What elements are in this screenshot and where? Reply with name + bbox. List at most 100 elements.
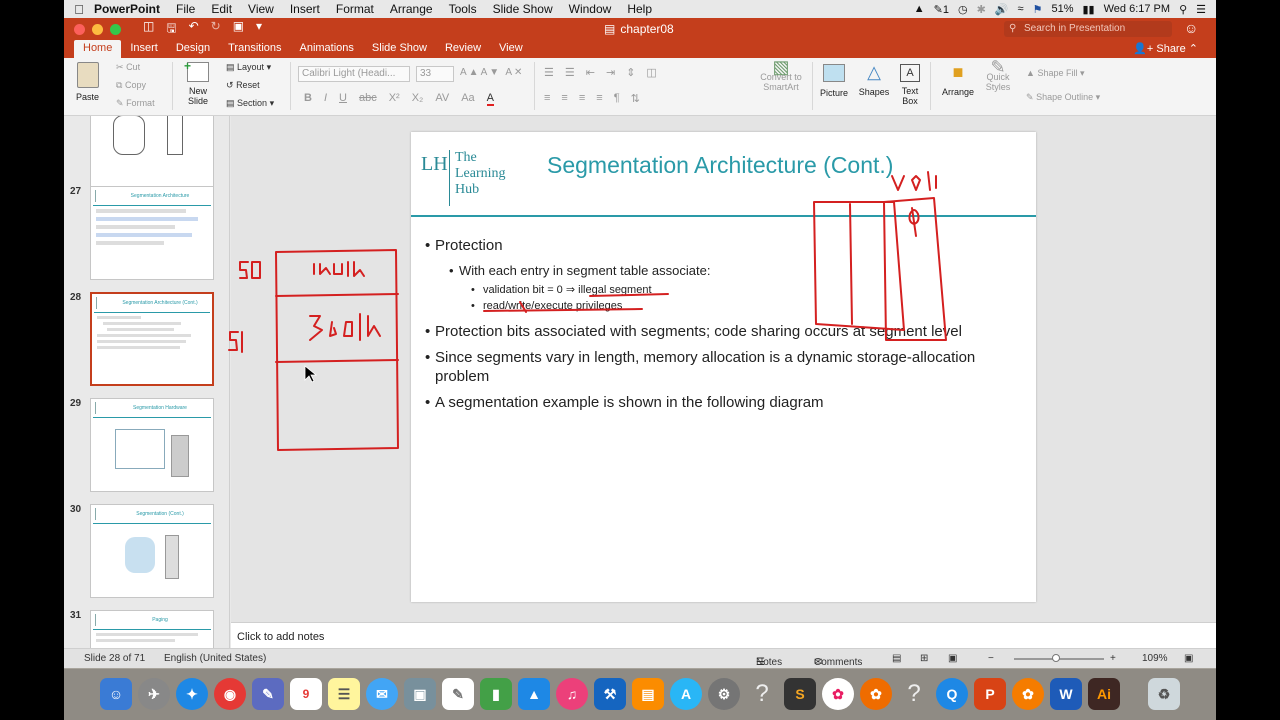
battery-status[interactable]: 51%	[1051, 3, 1073, 15]
zoom-in-button[interactable]: +	[1110, 653, 1116, 664]
time-machine-icon[interactable]: ◷	[958, 3, 968, 16]
shape-fill-button[interactable]: ▲ Shape Fill ▾	[1026, 68, 1085, 79]
system-preferences-icon[interactable]: ⚙	[708, 678, 740, 710]
clock[interactable]: Wed 6:17 PM	[1104, 3, 1170, 15]
wifi-icon[interactable]: ≈	[1018, 3, 1024, 15]
apple-icon[interactable]: 	[64, 2, 86, 17]
slide-thumbnail[interactable]: Segmentation Hardware	[90, 398, 214, 492]
tab-design[interactable]: Design	[167, 40, 219, 58]
zoom-window-button[interactable]	[110, 23, 121, 35]
char-spacing-button[interactable]: AV	[435, 92, 449, 106]
trash-icon[interactable]: ♻	[1148, 678, 1180, 710]
slide-thumbnail-selected[interactable]: Segmentation Architecture (Cont.)	[90, 292, 214, 386]
bluetooth-icon[interactable]: ✱	[977, 3, 986, 16]
subscript-button[interactable]: X₂	[412, 92, 424, 106]
underline-button[interactable]: U	[339, 92, 347, 106]
tab-home[interactable]: Home	[74, 40, 122, 58]
safari-icon[interactable]: ✦	[176, 678, 208, 710]
messages-icon[interactable]: ✉	[366, 678, 398, 710]
fit-slide-icon[interactable]: ▣	[1184, 653, 1193, 664]
copy-button[interactable]: ⧉ Copy	[116, 80, 146, 91]
columns-icon[interactable]: ◫	[646, 66, 656, 79]
menu-arrange[interactable]: Arrange	[382, 2, 441, 16]
align-left-icon[interactable]: ≡	[544, 92, 550, 105]
layout-button[interactable]: ▤ Layout ▾	[226, 62, 271, 73]
flower-app-icon[interactable]: ✿	[860, 678, 892, 710]
menu-window[interactable]: Window	[561, 2, 620, 16]
tab-insert[interactable]: Insert	[121, 40, 167, 58]
search-input[interactable]: ⚲ Search in Presentation	[1004, 21, 1172, 37]
menu-format[interactable]: Format	[328, 2, 382, 16]
keynote-icon[interactable]: ▲	[518, 678, 550, 710]
strikethrough-button[interactable]: abc	[359, 92, 377, 106]
slide-thumbnail[interactable]	[90, 116, 214, 190]
menu-view[interactable]: View	[240, 2, 282, 16]
current-slide[interactable]: LH The Learning Hub Segmentation Archite…	[411, 132, 1036, 602]
slide-thumbnail[interactable]: Segmentation Architecture	[90, 186, 214, 280]
finder-icon[interactable]: ☺	[100, 678, 132, 710]
shapes-button[interactable]: △ Shapes	[856, 62, 892, 97]
share-button[interactable]: 👤+ Share ⌃	[1133, 42, 1198, 55]
line-spacing-icon[interactable]: ⇕	[626, 66, 635, 79]
cut-button[interactable]: ✂ Cut	[116, 62, 140, 73]
chrome-icon[interactable]: ◉	[214, 678, 246, 710]
xcode-icon[interactable]: ⚒	[594, 678, 626, 710]
tab-transitions[interactable]: Transitions	[219, 40, 290, 58]
tab-review[interactable]: Review	[436, 40, 490, 58]
notes-pane[interactable]: Click to add notes	[231, 622, 1216, 648]
photos-icon[interactable]: ✿	[822, 678, 854, 710]
photo-browser-icon[interactable]: ▣	[404, 678, 436, 710]
font-size-select[interactable]: 33	[416, 66, 454, 82]
spotlight-icon[interactable]: ⚲	[1179, 3, 1187, 16]
reset-button[interactable]: ↺ Reset	[226, 80, 260, 91]
zoom-level[interactable]: 109%	[1142, 653, 1168, 664]
picture-button[interactable]: Picture	[816, 62, 852, 98]
undo-icon[interactable]: ↶	[189, 19, 199, 40]
menu-file[interactable]: File	[168, 2, 203, 16]
powerpoint-icon[interactable]: P	[974, 678, 1006, 710]
slideshow-icon[interactable]: ▣	[233, 19, 244, 40]
word-icon[interactable]: W	[1050, 678, 1082, 710]
volume-icon[interactable]: 🔊	[995, 3, 1009, 16]
menu-insert[interactable]: Insert	[282, 2, 328, 16]
slide-title[interactable]: Segmentation Architecture (Cont.)	[547, 152, 893, 179]
minimize-window-button[interactable]	[92, 23, 103, 35]
redo-icon[interactable]: ↻	[211, 19, 221, 40]
sidebar-toggle-icon[interactable]: ◫	[143, 19, 154, 40]
quicktime-icon[interactable]: Q	[936, 678, 968, 710]
text-direction-icon[interactable]: ¶	[614, 92, 620, 105]
section-button[interactable]: ▤ Section ▾	[226, 98, 274, 109]
slide-thumbnail-panel[interactable]: 27 Segmentation Architecture 28 Segmenta…	[64, 116, 230, 648]
save-icon[interactable]: 🖫	[166, 19, 176, 40]
shape-outline-button[interactable]: ✎ Shape Outline ▾	[1026, 92, 1100, 103]
preview-icon[interactable]: ✎	[252, 678, 284, 710]
menu-tools[interactable]: Tools	[441, 2, 485, 16]
menu-app-name[interactable]: PowerPoint	[86, 2, 168, 16]
unknown-app-icon[interactable]: ?	[746, 678, 778, 710]
tab-view[interactable]: View	[490, 40, 532, 58]
calendar-icon[interactable]: 9	[290, 678, 322, 710]
language-status[interactable]: English (United States)	[164, 653, 266, 664]
menu-help[interactable]: Help	[619, 2, 660, 16]
text-box-button[interactable]: A Text Box	[896, 62, 924, 106]
increase-indent-icon[interactable]: ⇥	[606, 66, 615, 79]
notification-badge[interactable]: ✎1	[934, 3, 949, 16]
paste-button[interactable]: Paste	[76, 62, 99, 102]
launchpad-icon[interactable]: ✈	[138, 678, 170, 710]
quick-styles-button[interactable]: ✎ Quick Styles	[980, 58, 1016, 92]
bullets-icon[interactable]: ☰	[544, 66, 554, 79]
justify-icon[interactable]: ≡	[596, 92, 602, 105]
feedback-smiley-icon[interactable]: ☺	[1184, 20, 1198, 36]
notes-app-icon[interactable]: ☰	[328, 678, 360, 710]
ibooks-icon[interactable]: ▤	[632, 678, 664, 710]
notification-center-icon[interactable]: ☰	[1196, 3, 1206, 16]
close-window-button[interactable]	[74, 23, 85, 35]
textedit-icon[interactable]: ✎	[442, 678, 474, 710]
normal-view-icon[interactable]: ▤	[892, 653, 901, 664]
zoom-out-button[interactable]: −	[988, 653, 994, 664]
slide-sorter-icon[interactable]: ⊞	[920, 653, 928, 664]
slide-thumbnail[interactable]: Segmentation (Cont.)	[90, 504, 214, 598]
italic-button[interactable]: I	[324, 92, 327, 106]
font-name-select[interactable]: Calibri Light (Headi...	[298, 66, 410, 82]
arrange-button[interactable]: ■ Arrange	[938, 62, 978, 97]
